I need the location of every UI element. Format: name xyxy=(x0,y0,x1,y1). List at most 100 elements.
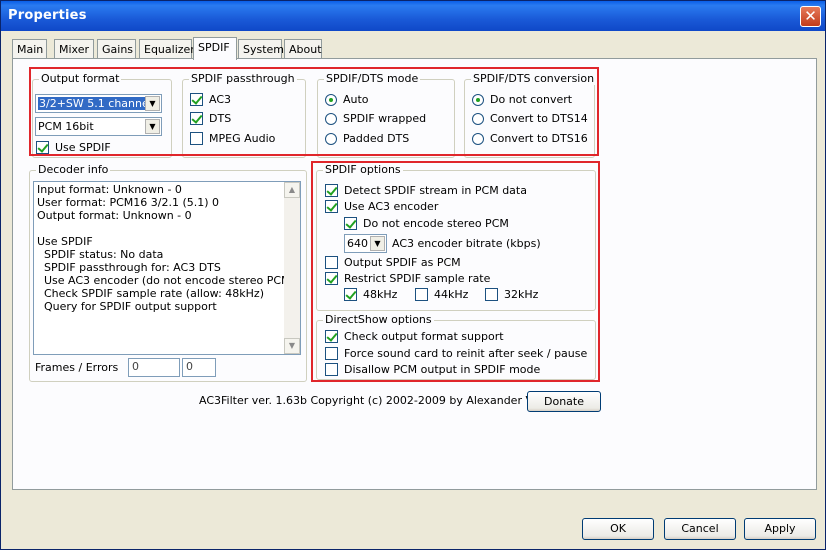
checkbox-label: 32kHz xyxy=(504,288,539,301)
checkbox-box xyxy=(190,112,203,125)
chevron-down-icon: ▼ xyxy=(145,119,160,134)
errors-field: 0 xyxy=(182,358,216,377)
ac3-passthrough-checkbox[interactable]: AC3 xyxy=(190,93,231,106)
checkbox-label: DTS xyxy=(209,112,232,125)
radio-dot xyxy=(325,112,337,125)
checkbox-box xyxy=(415,288,428,301)
scroll-down-icon[interactable]: ▼ xyxy=(284,338,300,354)
channels-select[interactable]: 3/2+SW 5.1 channels ▼ xyxy=(35,94,162,113)
radio-dot xyxy=(472,93,484,106)
checkbox-box xyxy=(485,288,498,301)
title-bar: Properties ✕ xyxy=(1,1,825,31)
disallow-pcm-checkbox[interactable]: Disallow PCM output in SPDIF mode xyxy=(325,363,540,376)
cancel-button[interactable]: Cancel xyxy=(664,518,736,540)
directshow-options-legend: DirectShow options xyxy=(323,313,434,326)
checkbox-label: MPEG Audio xyxy=(209,132,276,145)
checkbox-label: Do not encode stereo PCM xyxy=(363,217,509,230)
convert-dts14-radio[interactable]: Convert to DTS14 xyxy=(472,112,588,125)
radio-label: Do not convert xyxy=(490,93,573,106)
tab-about[interactable]: About xyxy=(284,39,322,59)
donate-button[interactable]: Donate xyxy=(527,391,601,412)
frames-errors-label: Frames / Errors xyxy=(35,361,119,374)
use-ac3-encoder-checkbox[interactable]: Use AC3 encoder xyxy=(325,200,438,213)
scroll-up-icon[interactable]: ▲ xyxy=(284,182,300,198)
decoder-info-scrollbar[interactable]: ▲ ▼ xyxy=(284,182,300,354)
checkbox-box xyxy=(344,288,357,301)
copyright-text: AC3Filter ver. 1.63b Copyright (c) 2002-… xyxy=(199,394,575,407)
ok-button[interactable]: OK xyxy=(582,518,654,540)
bitrate-select-value: 640 xyxy=(347,237,368,250)
checkbox-label: Force sound card to reinit after seek / … xyxy=(344,347,588,360)
decoder-info-text: Input format: Unknown - 0 User format: P… xyxy=(37,183,295,313)
properties-window: Properties ✕ Main Mixer Gains Equalizer … xyxy=(0,0,826,550)
dts-passthrough-checkbox[interactable]: DTS xyxy=(190,112,231,125)
checkbox-label: Check output format support xyxy=(344,330,504,343)
mode-spdif-wrapped-radio[interactable]: SPDIF wrapped xyxy=(325,112,426,125)
radio-dot xyxy=(472,112,484,125)
checkbox-label: Use AC3 encoder xyxy=(344,200,439,213)
frames-field: 0 xyxy=(128,358,180,377)
spdif-dts-mode-legend: SPDIF/DTS mode xyxy=(324,72,421,85)
checkbox-box xyxy=(190,93,203,106)
format-select[interactable]: PCM 16bit ▼ xyxy=(35,117,162,136)
chevron-down-icon: ▼ xyxy=(145,96,160,111)
bitrate-label: AC3 encoder bitrate (kbps) xyxy=(392,237,541,250)
tab-equalizer[interactable]: Equalizer xyxy=(139,39,195,59)
radio-dot xyxy=(472,132,484,145)
rate-44khz-checkbox[interactable]: 44kHz xyxy=(415,288,468,301)
spdif-options-legend: SPDIF options xyxy=(323,163,403,176)
window-title: Properties xyxy=(8,8,87,23)
radio-label: SPDIF wrapped xyxy=(343,112,427,125)
checkbox-box xyxy=(344,217,357,230)
decoder-info-legend: Decoder info xyxy=(36,163,111,176)
force-reinit-checkbox[interactable]: Force sound card to reinit after seek / … xyxy=(325,347,587,360)
tab-gains[interactable]: Gains xyxy=(97,39,136,59)
checkbox-box xyxy=(325,330,338,343)
checkbox-box xyxy=(325,272,338,285)
decoder-info-textarea[interactable]: Input format: Unknown - 0 User format: P… xyxy=(33,181,301,355)
rate-32khz-checkbox[interactable]: 32kHz xyxy=(485,288,538,301)
radio-label: Convert to DTS16 xyxy=(490,132,588,145)
mpeg-audio-passthrough-checkbox[interactable]: MPEG Audio xyxy=(190,132,275,145)
checkbox-label: 48kHz xyxy=(363,288,398,301)
tab-spdif[interactable]: SPDIF xyxy=(193,37,237,60)
checkbox-label: AC3 xyxy=(209,93,232,106)
checkbox-box xyxy=(325,200,338,213)
convert-dts16-radio[interactable]: Convert to DTS16 xyxy=(472,132,588,145)
radio-label: Convert to DTS14 xyxy=(490,112,588,125)
checkbox-box xyxy=(325,256,338,269)
bitrate-select[interactable]: 640 ▼ xyxy=(344,234,387,253)
check-output-format-checkbox[interactable]: Check output format support xyxy=(325,330,504,343)
no-encode-stereo-checkbox[interactable]: Do not encode stereo PCM xyxy=(344,217,509,230)
checkbox-label: Detect SPDIF stream in PCM data xyxy=(344,184,527,197)
checkbox-box xyxy=(325,363,338,376)
checkbox-label: Restrict SPDIF sample rate xyxy=(344,272,491,285)
radio-dot xyxy=(325,93,337,106)
checkbox-box xyxy=(36,141,49,154)
spdif-passthrough-legend: SPDIF passthrough xyxy=(189,72,297,85)
use-spdif-checkbox[interactable]: Use SPDIF xyxy=(36,141,111,154)
tab-mixer[interactable]: Mixer xyxy=(54,39,94,59)
rate-48khz-checkbox[interactable]: 48kHz xyxy=(344,288,397,301)
tab-main[interactable]: Main xyxy=(12,39,47,59)
close-icon[interactable]: ✕ xyxy=(800,6,821,27)
checkbox-label: 44kHz xyxy=(434,288,469,301)
mode-padded-dts-radio[interactable]: Padded DTS xyxy=(325,132,409,145)
restrict-sample-rate-checkbox[interactable]: Restrict SPDIF sample rate xyxy=(325,272,490,285)
radio-label: Auto xyxy=(343,93,369,106)
checkbox-box xyxy=(190,132,203,145)
checkbox-box xyxy=(325,347,338,360)
do-not-convert-radio[interactable]: Do not convert xyxy=(472,93,572,106)
apply-button[interactable]: Apply xyxy=(744,518,816,540)
radio-dot xyxy=(325,132,337,145)
checkbox-label: Disallow PCM output in SPDIF mode xyxy=(344,363,541,376)
channels-select-value: 3/2+SW 5.1 channels xyxy=(38,97,159,110)
tab-system[interactable]: System xyxy=(238,39,284,59)
mode-auto-radio[interactable]: Auto xyxy=(325,93,369,106)
output-format-legend: Output format xyxy=(39,72,122,85)
output-spdif-as-pcm-checkbox[interactable]: Output SPDIF as PCM xyxy=(325,256,461,269)
radio-label: Padded DTS xyxy=(343,132,410,145)
chevron-down-icon: ▼ xyxy=(370,236,385,251)
format-select-value: PCM 16bit xyxy=(38,120,94,133)
detect-spdif-checkbox[interactable]: Detect SPDIF stream in PCM data xyxy=(325,184,527,197)
